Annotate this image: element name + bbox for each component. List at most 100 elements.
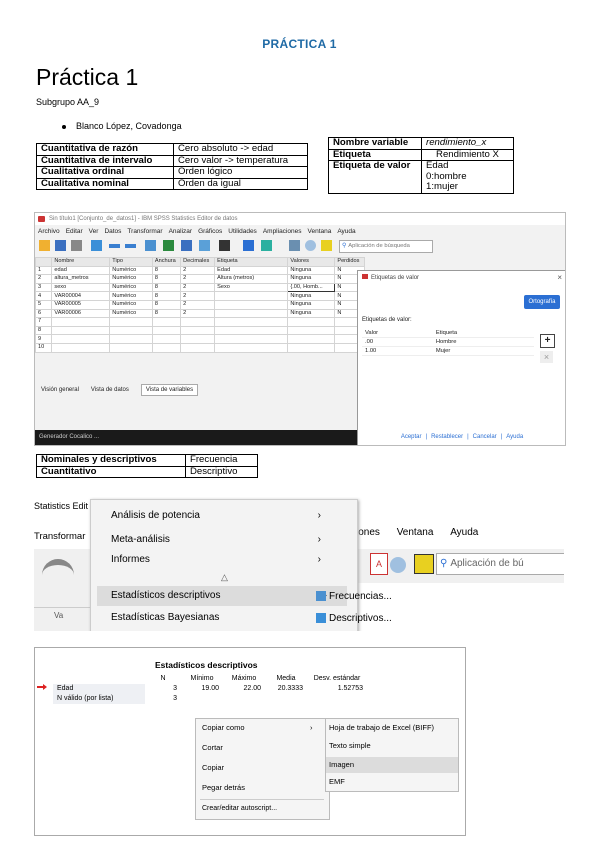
open-icon[interactable]: [39, 240, 50, 251]
table-cell[interactable]: [151, 342, 182, 353]
table-cell[interactable]: {.00, Homb...: [287, 282, 336, 293]
table-cell[interactable]: 2: [180, 282, 216, 293]
table-cell[interactable]: [287, 325, 336, 336]
table-row[interactable]: 4 VAR00004 Numérico 8 2 Ninguna N: [35, 291, 365, 301]
table-cell[interactable]: Numérico: [109, 274, 153, 284]
table-row[interactable]: 7: [35, 317, 365, 327]
table-cell[interactable]: [51, 342, 111, 353]
menu-datos[interactable]: Datos: [104, 228, 121, 235]
menu-item-texto-simple[interactable]: Texto simple: [329, 741, 371, 750]
table-cell[interactable]: Numérico: [109, 308, 153, 319]
table-cell[interactable]: 7: [35, 317, 53, 327]
table-cell[interactable]: [307, 694, 367, 704]
table-cell[interactable]: [109, 334, 153, 344]
table-row[interactable]: 1 edad Numérico 8 2 Edad Ninguna N: [35, 265, 365, 276]
menu-transformar[interactable]: Transformar: [127, 228, 162, 235]
table-cell[interactable]: Numérico: [109, 299, 153, 310]
table-cell[interactable]: Ninguna: [287, 308, 336, 319]
table-cell[interactable]: 1.00: [362, 346, 433, 356]
insert-variable-icon[interactable]: [261, 240, 272, 251]
table-row[interactable]: N válido (por lista) 3: [53, 694, 367, 704]
remove-icon[interactable]: ×: [540, 351, 553, 363]
menu-item-informes[interactable]: Informes ›: [111, 550, 341, 570]
table-cell[interactable]: [151, 325, 182, 336]
menu-archivo[interactable]: Archivo: [38, 228, 60, 235]
undo-icon[interactable]: [109, 244, 120, 252]
table-cell[interactable]: [287, 334, 336, 344]
menu-ampliaciones[interactable]: iones: [356, 527, 380, 538]
menu-item-meta-analisis[interactable]: Meta-análisis ›: [111, 530, 341, 550]
redo-icon[interactable]: [125, 244, 136, 252]
table-cell[interactable]: 3: [145, 684, 181, 694]
menu-graficos[interactable]: Gráficos: [198, 228, 222, 235]
redo-icon[interactable]: [42, 559, 74, 577]
ok-button[interactable]: Aceptar: [401, 434, 422, 440]
table-cell[interactable]: 8: [151, 265, 182, 276]
insert-cases-icon[interactable]: [243, 240, 254, 251]
table-cell[interactable]: Edad: [214, 265, 289, 276]
table-row[interactable]: 9: [35, 334, 365, 344]
table-cell[interactable]: [223, 694, 265, 704]
table-cell[interactable]: altura_metros: [51, 274, 111, 284]
table-cell[interactable]: 2: [180, 308, 216, 319]
table-row[interactable]: 3 sexo Numérico 8 2 Sexo {.00, Homb... N: [35, 282, 365, 293]
table-cell[interactable]: [265, 694, 307, 704]
table-cell[interactable]: 2: [180, 274, 216, 284]
table-cell[interactable]: N válido (por lista): [53, 694, 145, 704]
table-cell[interactable]: Sexo: [214, 282, 289, 293]
table-row[interactable]: 5 VAR00005 Numérico 8 2 Ninguna N: [35, 299, 365, 310]
table-cell[interactable]: Hombre: [432, 337, 534, 347]
menu-transformar[interactable]: Transformar: [34, 531, 85, 542]
table-cell[interactable]: Numérico: [109, 291, 153, 301]
help-button[interactable]: Ayuda: [506, 434, 523, 440]
table-cell[interactable]: 8: [35, 325, 53, 336]
tab-vision-general[interactable]: Visión general: [41, 387, 79, 393]
table-cell[interactable]: [180, 325, 216, 336]
table-cell[interactable]: Ninguna: [287, 265, 336, 276]
spelling-button[interactable]: Ortografía: [524, 295, 560, 309]
table-cell[interactable]: 1: [35, 265, 53, 276]
table-cell[interactable]: [51, 317, 111, 327]
table-cell[interactable]: Ninguna: [287, 291, 336, 301]
table-cell[interactable]: 8: [151, 291, 182, 301]
tab-vista-datos[interactable]: Vista de datos: [91, 387, 129, 393]
menu-ayuda[interactable]: Ayuda: [450, 527, 478, 538]
table-cell[interactable]: 8: [151, 299, 182, 310]
table-row[interactable]: 10: [35, 342, 365, 353]
value-labels-icon[interactable]: [305, 240, 316, 251]
find-icon[interactable]: [219, 240, 230, 251]
menu-item-copiar-como[interactable]: Copiar como ›: [202, 723, 313, 732]
table-cell[interactable]: [180, 317, 216, 327]
table-cell[interactable]: [214, 325, 289, 336]
menu-item-cortar[interactable]: Cortar: [202, 743, 223, 752]
table-cell[interactable]: Ninguna: [287, 299, 336, 310]
menu-editar[interactable]: Editar: [66, 228, 83, 235]
run-descriptives-icon[interactable]: [199, 240, 210, 251]
table-cell[interactable]: [151, 334, 182, 344]
submenu-item-frecuencias[interactable]: Frecuencias...: [316, 591, 392, 602]
table-cell[interactable]: .00: [362, 337, 433, 347]
table-cell[interactable]: Ninguna: [287, 274, 336, 284]
table-row[interactable]: .00 Hombre: [362, 337, 534, 347]
search-box[interactable]: ⚲ Aplicación de búsqueda: [339, 240, 433, 253]
table-cell[interactable]: 8: [151, 308, 182, 319]
show-all-icon[interactable]: [414, 554, 434, 574]
table-cell[interactable]: VAR00005: [51, 299, 111, 310]
table-cell[interactable]: [214, 334, 289, 344]
table-cell[interactable]: VAR00006: [51, 308, 111, 319]
table-cell[interactable]: [214, 317, 289, 327]
table-cell[interactable]: [180, 342, 216, 353]
menu-ventana[interactable]: Ventana: [397, 527, 434, 538]
menu-ver[interactable]: Ver: [89, 228, 99, 235]
table-row[interactable]: Edad 3 19.00 22.00 20.3333 1.52753: [53, 684, 367, 694]
table-cell[interactable]: [214, 342, 289, 353]
add-icon[interactable]: +: [540, 334, 555, 348]
menu-item-emf[interactable]: EMF: [329, 777, 345, 786]
table-cell[interactable]: 6: [35, 308, 53, 319]
menu-analizar[interactable]: Analizar: [169, 228, 192, 235]
table-cell[interactable]: [180, 334, 216, 344]
table-cell[interactable]: edad: [51, 265, 111, 276]
table-cell[interactable]: [214, 299, 289, 310]
table-cell[interactable]: [109, 342, 153, 353]
table-cell[interactable]: [287, 317, 336, 327]
